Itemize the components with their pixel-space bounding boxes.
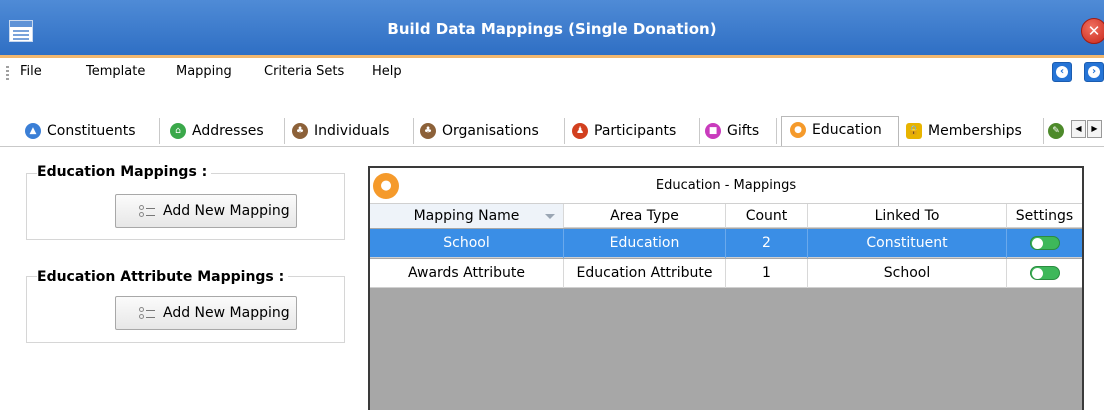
mappings-grid: ● Education - Mappings Mapping Name Area… [368,166,1084,410]
menu-grip-icon [6,66,9,80]
cell-linked-to: School [808,259,1007,288]
tab-gifts[interactable]: ■ Gifts [705,118,777,144]
settings-toggle[interactable] [1030,266,1060,280]
header-label: Mapping Name [413,208,520,224]
tab-organisations[interactable]: ♣ Organisations [420,118,565,144]
menu-template[interactable]: Template [86,64,145,79]
tab-scroll: ◀ ▶ [1071,120,1104,138]
tab-label: Gifts [727,123,760,139]
tab-overflow[interactable]: ✎ [1048,118,1068,144]
title-bar: Build Data Mappings (Single Donation) ✕ [0,0,1104,58]
grid-header: Mapping Name Area Type Count Linked To S… [370,204,1082,228]
tab-label: Constituents [47,123,136,139]
grid-title: Education - Mappings [655,178,797,193]
education-attribute-mappings-title: Education Attribute Mappings : [37,269,289,285]
addresses-icon: ⌂ [170,123,186,139]
column-header-mapping-name[interactable]: Mapping Name [370,204,564,228]
grid-title-bar: ● Education - Mappings [370,168,1082,204]
cell-mapping-name: Awards Attribute [370,259,564,288]
tab-participants[interactable]: ♟ Participants [572,118,700,144]
education-mappings-title: Education Mappings : [37,164,212,180]
tab-constituents[interactable]: ▲ Constituents [25,118,160,144]
settings-toggle[interactable] [1030,236,1060,250]
tab-addresses[interactable]: ⌂ Addresses [170,118,285,144]
list-add-icon [139,205,155,219]
cell-settings [1007,229,1082,258]
column-header-linked-to[interactable]: Linked To [808,204,1007,228]
close-icon[interactable]: ✕ [1081,18,1104,44]
button-label: Add New Mapping [163,305,290,321]
button-label: Add New Mapping [163,203,290,219]
menu-criteria-sets[interactable]: Criteria Sets [264,64,344,79]
tab-memberships[interactable]: 🔒 Memberships [906,118,1044,144]
individuals-icon: ♣ [292,123,308,139]
cell-settings [1007,259,1082,288]
tab-label: Individuals [314,123,390,139]
list-add-icon [139,307,155,321]
menu-mapping[interactable]: Mapping [176,64,232,79]
column-header-count[interactable]: Count [726,204,808,228]
column-header-settings[interactable]: Settings [1007,204,1082,228]
menu-help[interactable]: Help [372,64,402,79]
tab-divider [0,146,1104,147]
sort-down-icon [545,214,555,219]
tab-label: Memberships [928,123,1022,139]
tab-education[interactable]: ● Education [781,116,899,146]
participants-icon: ♟ [572,123,588,139]
cell-count: 1 [726,259,808,288]
lock-icon: 🔒 [906,123,922,139]
gifts-icon: ■ [705,123,721,139]
scroll-left-icon[interactable]: ◀ [1071,120,1086,138]
menu-file[interactable]: File [20,64,42,79]
back-arrow-icon[interactable]: ‹ [1052,62,1072,82]
more-tab-icon: ✎ [1048,123,1064,139]
tab-label: Participants [594,123,677,139]
forward-arrow-icon[interactable]: › [1084,62,1104,82]
tab-strip: ▲ Constituents ⌂ Addresses ♣ Individuals… [0,116,1104,148]
tab-label: Education [812,122,882,138]
add-education-mapping-button[interactable]: Add New Mapping [115,194,297,228]
education-icon: ● [790,122,806,138]
education-attribute-mappings-group: Education Attribute Mappings : Add New M… [26,269,345,343]
tab-label: Organisations [442,123,539,139]
add-attribute-mapping-button[interactable]: Add New Mapping [115,296,297,330]
column-header-area-type[interactable]: Area Type [564,204,726,228]
tab-label: Addresses [192,123,264,139]
organisations-icon: ♣ [420,123,436,139]
education-mappings-group: Education Mappings : Add New Mapping [26,164,345,240]
menu-bar: File Template Mapping Criteria Sets Help… [0,58,1104,88]
table-row[interactable]: School Education 2 Constituent [370,229,1082,258]
cell-linked-to: Constituent [808,229,1007,258]
table-row[interactable]: Awards Attribute Education Attribute 1 S… [370,259,1082,288]
cell-area-type: Education Attribute [564,259,726,288]
cell-mapping-name: School [370,229,564,258]
constituents-icon: ▲ [25,123,41,139]
cell-count: 2 [726,229,808,258]
window-title: Build Data Mappings (Single Donation) [387,20,717,38]
tab-individuals[interactable]: ♣ Individuals [292,118,414,144]
cell-area-type: Education [564,229,726,258]
scroll-right-icon[interactable]: ▶ [1087,120,1102,138]
